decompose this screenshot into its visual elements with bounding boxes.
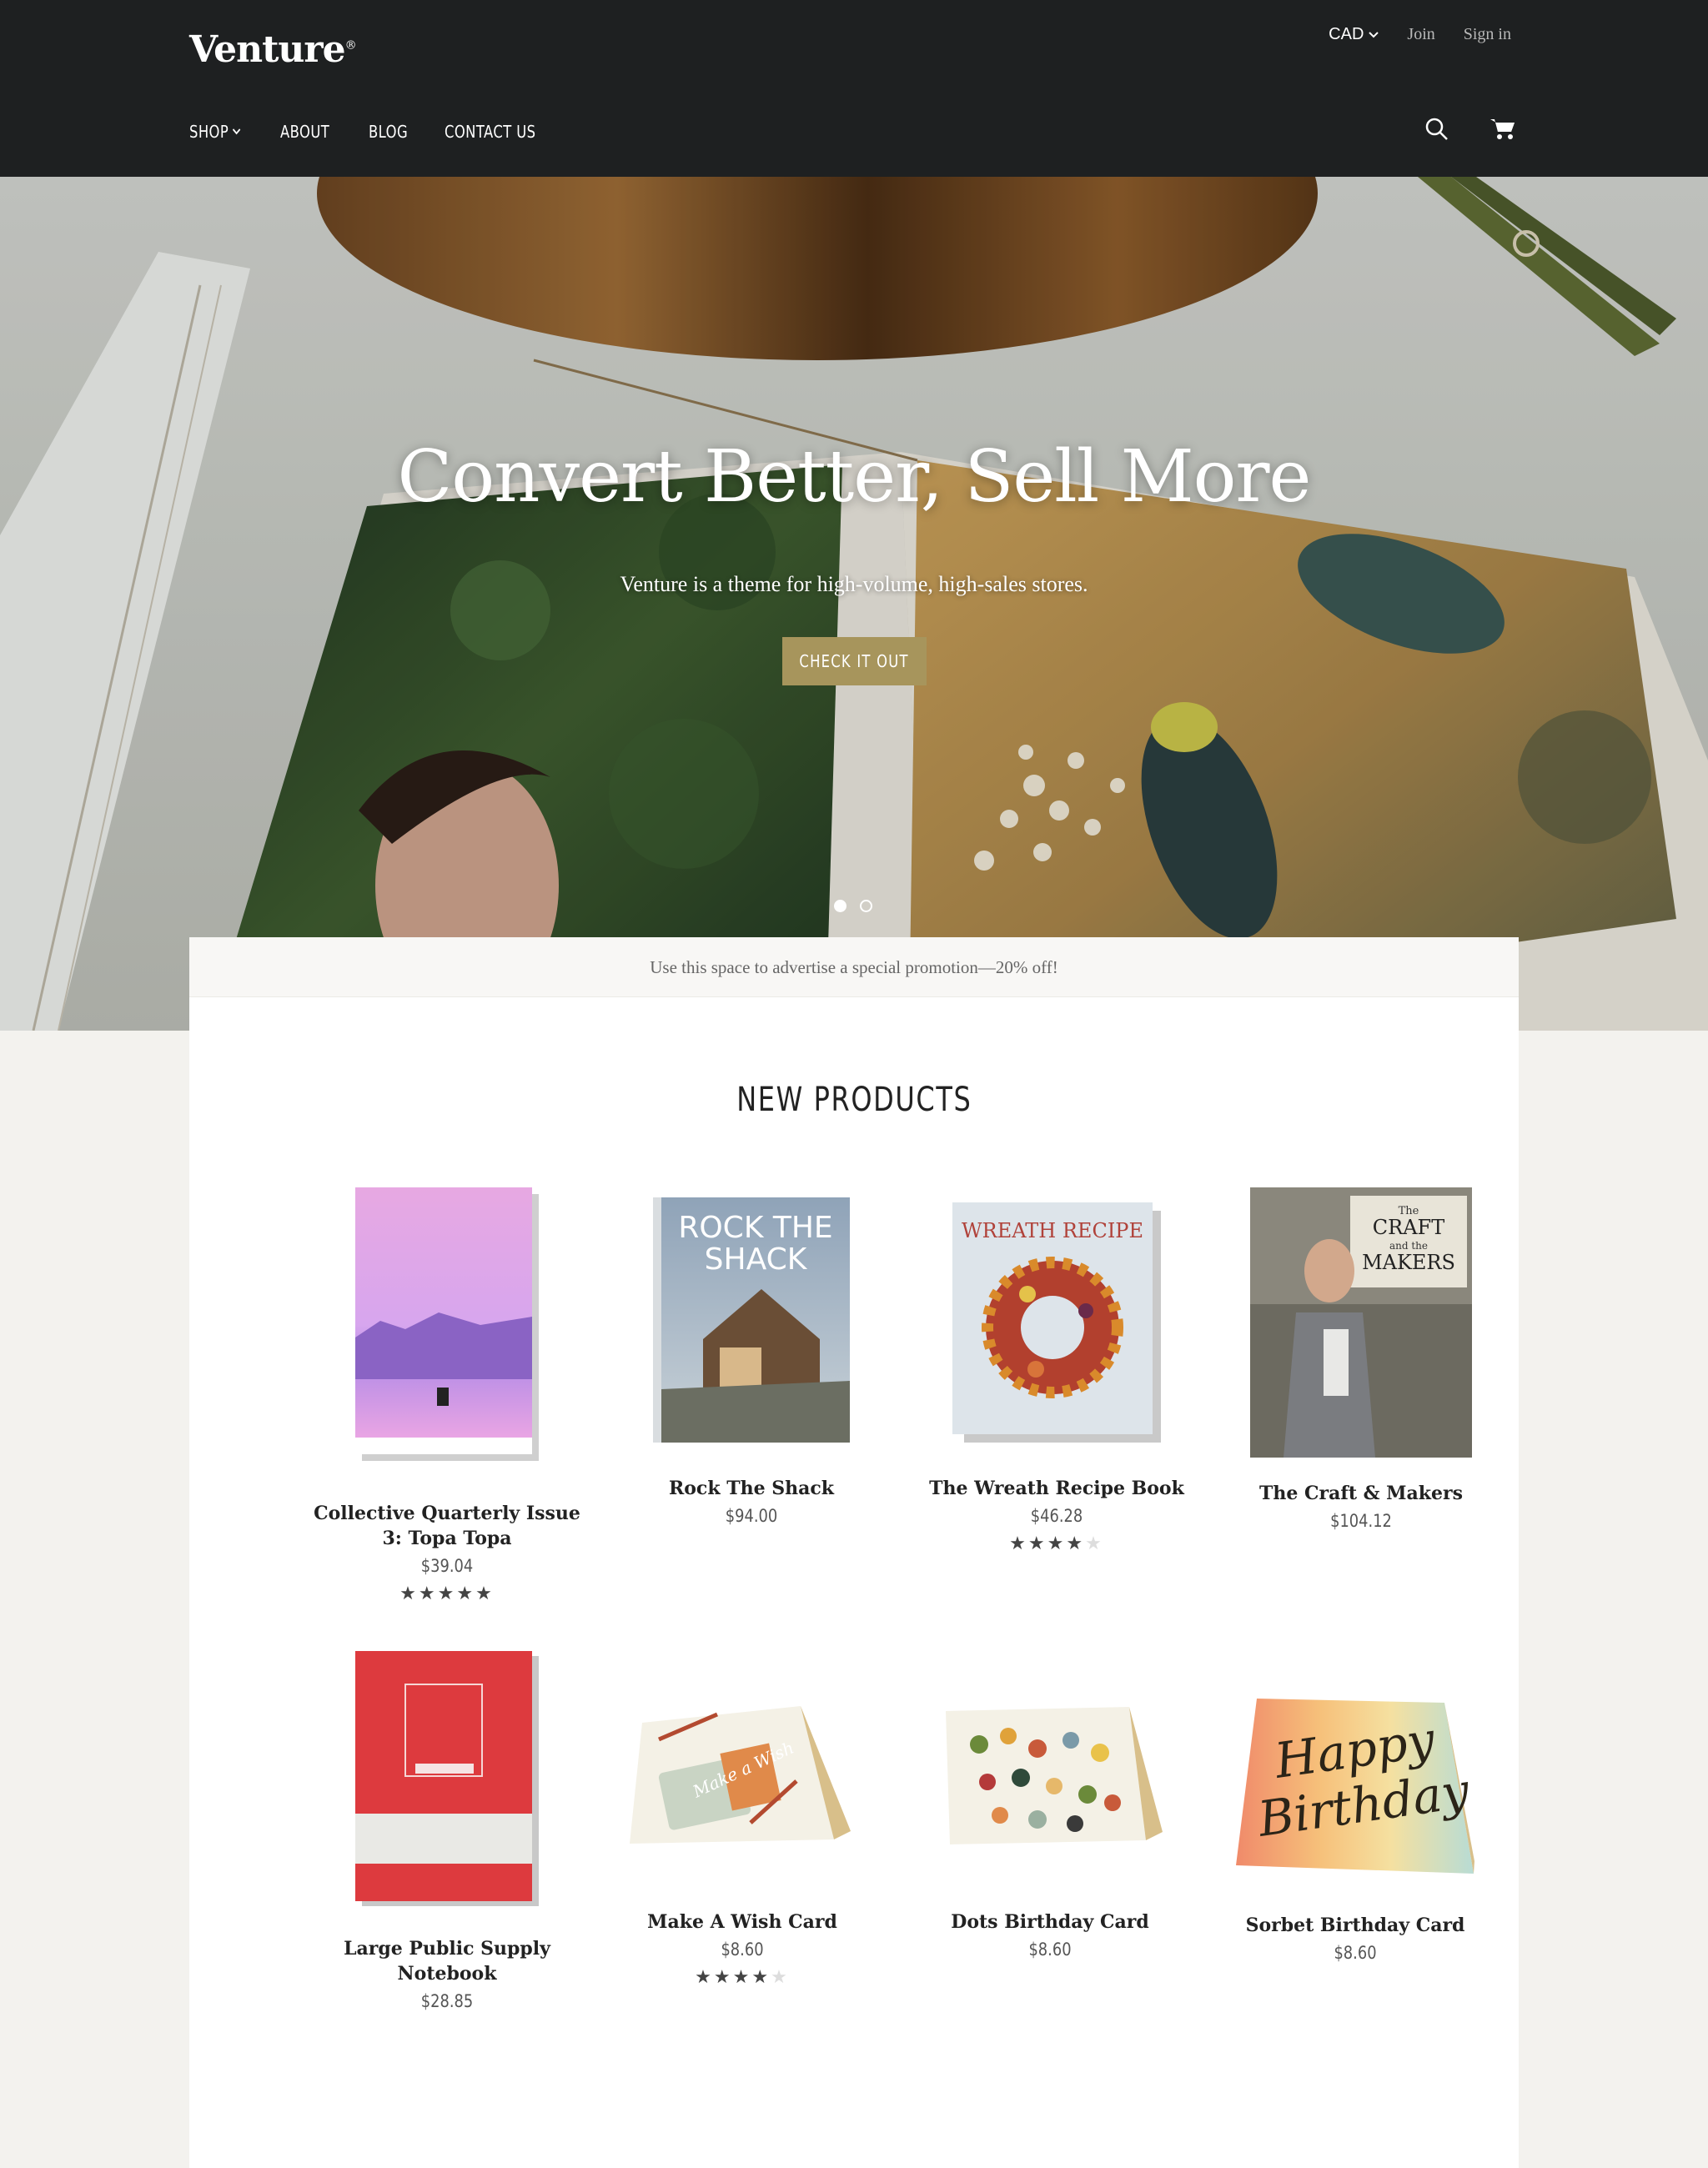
product-image[interactable] [355, 1187, 539, 1463]
logo[interactable]: Venture® [189, 28, 357, 71]
section-title: NEW PRODUCTS [189, 1081, 1519, 1119]
product-card[interactable]: The CRAFT and the MAKERS The Craft & Mak… [1228, 1187, 1494, 1531]
currency-label: CAD [1329, 25, 1364, 43]
product-price: $46.28 [1030, 1506, 1083, 1526]
nav-shop-link[interactable]: SHOP [189, 122, 240, 142]
star-icon: ★ [771, 1966, 790, 1987]
nav-contact[interactable]: CONTACT US [445, 122, 556, 142]
section-title-text: NEW PRODUCTS [736, 1081, 972, 1119]
hero-subtitle: Venture is a theme for high-volume, high… [620, 572, 1088, 596]
product-price: $94.00 [725, 1506, 778, 1526]
star-icon: ★ [751, 1966, 771, 1987]
product-name[interactable]: Dots Birthday Card [917, 1910, 1183, 1935]
product-name[interactable]: Rock The Shack [618, 1476, 885, 1501]
cover-title-line: ROCK THE [678, 1211, 832, 1245]
slide-dot-2[interactable] [860, 900, 872, 912]
product-name[interactable]: Collective Quarterly Issue 3: Topa Topa [314, 1501, 580, 1551]
nav-blog[interactable]: BLOG [369, 122, 416, 142]
product-card[interactable]: Large Public Supply Notebook $28.85 [314, 1651, 580, 2011]
product-price: $104.12 [1330, 1511, 1392, 1531]
product-image[interactable]: Happy Birthday [1236, 1694, 1474, 1883]
cover-title-line: SHACK [705, 1242, 808, 1277]
nav-blog-link[interactable]: BLOG [369, 122, 408, 142]
star-icon: ★ [475, 1583, 495, 1603]
product-card[interactable]: Happy Birthday Sorbet Birthday Card $8.6… [1222, 1694, 1489, 1963]
nav-shop[interactable]: SHOP [189, 122, 252, 142]
product-card[interactable]: WREATH RECIPE The Wreath Recipe Book $46… [923, 1202, 1190, 1554]
hero-title: Convert Better, Sell More [397, 435, 1312, 519]
hero-slideshow: Convert Better, Sell More Venture is a t… [0, 177, 1708, 1031]
cart-icon[interactable] [1489, 118, 1516, 141]
search-icon[interactable] [1424, 117, 1449, 142]
nav-shop-label: SHOP [189, 122, 229, 142]
logo-text: Venture [189, 28, 346, 71]
product-image[interactable]: WREATH RECIPE [952, 1202, 1161, 1443]
product-name[interactable]: Large Public Supply Notebook [314, 1936, 580, 1986]
product-image[interactable] [355, 1651, 539, 1906]
currency-selector[interactable]: CAD [1329, 25, 1379, 44]
cover-title: WREATH RECIPE [962, 1219, 1143, 1242]
product-price: $8.60 [1028, 1940, 1072, 1960]
product-card[interactable]: Dots Birthday Card $8.60 [917, 1703, 1183, 1960]
product-card[interactable]: Collective Quarterly Issue 3: Topa Topa … [314, 1187, 580, 1604]
check-it-out-label: CHECK IT OUT [799, 651, 910, 671]
star-icon: ★ [713, 1966, 733, 1987]
site-header: Venture® CAD Join Sign in SHOP ABOUT BLO… [0, 0, 1708, 177]
star-icon: ★ [399, 1583, 419, 1603]
slide-pagination [834, 900, 872, 912]
star-icon: ★ [1009, 1533, 1028, 1553]
main-content: Use this space to advertise a special pr… [189, 937, 1519, 2168]
star-icon: ★ [732, 1966, 752, 1987]
star-icon: ★ [456, 1583, 476, 1603]
product-image[interactable] [937, 1703, 1163, 1861]
header-icons [1424, 117, 1516, 142]
product-rating: ★★★★★ [609, 1966, 876, 1988]
product-name[interactable]: The Craft & Makers [1228, 1481, 1494, 1506]
star-icon: ★ [1027, 1533, 1047, 1553]
star-icon: ★ [1066, 1533, 1086, 1553]
nav-contact-link[interactable]: CONTACT US [445, 122, 536, 142]
check-it-out-button[interactable]: CHECK IT OUT [782, 637, 927, 685]
product-image[interactable]: ROCK THE SHACK [653, 1197, 850, 1443]
star-icon: ★ [1085, 1533, 1104, 1553]
star-icon: ★ [418, 1583, 438, 1603]
product-name[interactable]: Make A Wish Card [609, 1910, 876, 1935]
chevron-down-icon [232, 128, 240, 135]
join-link[interactable]: Join [1407, 25, 1434, 44]
star-icon: ★ [1047, 1533, 1067, 1553]
product-rating: ★★★★★ [314, 1583, 580, 1604]
product-price: $8.60 [1334, 1943, 1377, 1963]
star-icon: ★ [437, 1583, 457, 1603]
promo-banner: Use this space to advertise a special pr… [189, 937, 1519, 997]
product-price: $39.04 [420, 1556, 474, 1576]
cover-title-line: CRAFT [1373, 1216, 1444, 1239]
nav-about[interactable]: ABOUT [280, 122, 340, 142]
slide-dot-1[interactable] [834, 900, 846, 912]
chevron-down-icon [1369, 31, 1379, 38]
nav-about-link[interactable]: ABOUT [280, 122, 329, 142]
product-name[interactable]: The Wreath Recipe Book [923, 1476, 1190, 1501]
product-card[interactable]: Make a Wish Make A Wish Card $8.60 ★★★★★ [609, 1698, 876, 1988]
product-price: $8.60 [721, 1940, 764, 1960]
product-image[interactable]: The CRAFT and the MAKERS [1250, 1187, 1472, 1458]
account-links: CAD Join Sign in [1329, 25, 1511, 44]
sign-in-link[interactable]: Sign in [1464, 25, 1511, 44]
product-name[interactable]: Sorbet Birthday Card [1222, 1913, 1489, 1938]
main-nav: SHOP ABOUT BLOG CONTACT US [189, 122, 556, 142]
product-rating: ★★★★★ [923, 1533, 1190, 1554]
cover-title-line: and the [1389, 1240, 1428, 1252]
star-icon: ★ [695, 1966, 714, 1987]
product-card[interactable]: ROCK THE SHACK Rock The Shack $94.00 [618, 1197, 885, 1526]
product-price: $28.85 [420, 1991, 474, 2011]
product-image[interactable]: Make a Wish [625, 1698, 859, 1864]
cover-title-line: MAKERS [1362, 1251, 1455, 1274]
logo-mark: ® [344, 38, 357, 53]
